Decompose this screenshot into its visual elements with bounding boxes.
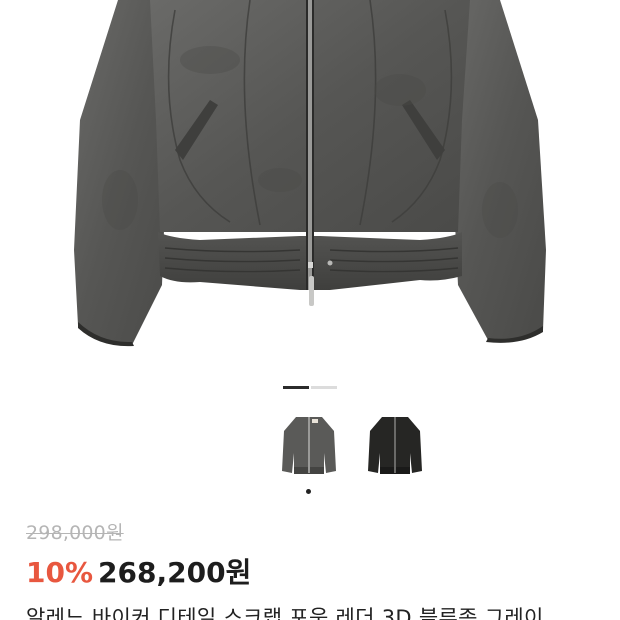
discount-rate: 10% — [26, 556, 94, 589]
thumbnail-black-jacket[interactable] — [364, 413, 426, 483]
jacket-grey-icon — [282, 417, 336, 474]
original-price: 298,000원 — [26, 522, 124, 544]
sale-row: 10% 268,200원 — [26, 551, 251, 591]
pager-segment — [311, 386, 337, 389]
pager-segment-active — [283, 386, 309, 389]
product-main-image[interactable] — [0, 0, 620, 375]
selected-dot — [306, 489, 311, 494]
sale-price: 268,200원 — [98, 556, 252, 589]
product-page: 298,000원 10% 268,200원 알레느 바이커 디테일 스크랩 포움… — [0, 0, 620, 620]
product-title: 알레느 바이커 디테일 스크랩 포움 레더 3D 블루종 그레이 — [26, 606, 544, 620]
color-thumbnails — [278, 413, 426, 494]
gallery-pager — [283, 386, 337, 389]
jacket-black-icon — [368, 417, 422, 474]
thumbnail-grey-jacket[interactable] — [278, 413, 340, 494]
price-block: 298,000원 10% 268,200원 — [26, 518, 251, 591]
